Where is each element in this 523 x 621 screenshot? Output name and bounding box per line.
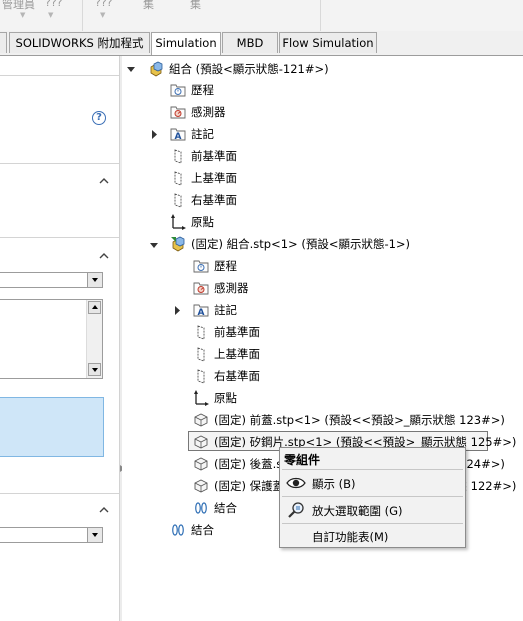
scroll-down-icon[interactable] xyxy=(88,363,101,376)
ribbon-label-1[interactable]: 管理員 xyxy=(2,0,35,12)
eye-icon xyxy=(286,477,306,489)
assembly-icon xyxy=(150,61,163,77)
plane-icon xyxy=(197,325,205,340)
ribbon-label-3[interactable]: ??? xyxy=(95,0,113,9)
plane-icon xyxy=(174,149,182,164)
sensor-folder-icon xyxy=(170,106,186,119)
svg-text:A: A xyxy=(198,308,205,318)
zoom-to-selection-icon xyxy=(288,502,304,518)
subassembly-icon xyxy=(171,236,185,252)
tab-simulation[interactable]: Simulation xyxy=(151,32,221,55)
panel-divider xyxy=(0,237,119,238)
menu-separator xyxy=(282,496,463,497)
annotations-folder-icon: A xyxy=(170,128,186,142)
annotations-folder-icon: A xyxy=(193,304,209,318)
tree-node-label: 前基準面 xyxy=(191,149,237,163)
ribbon-separator xyxy=(320,0,321,31)
sensor-folder-icon xyxy=(193,282,209,295)
menu-item-label: 放大選取範圍 (G) xyxy=(312,504,403,518)
tab-partial[interactable] xyxy=(0,32,7,53)
part-icon xyxy=(194,413,208,427)
active-selection-box[interactable] xyxy=(0,397,104,457)
ribbon-dropdown-arrow-icon[interactable]: ▼ xyxy=(20,11,25,19)
collapse-chevron-icon[interactable] xyxy=(99,251,109,261)
tab-flow-simulation[interactable]: Flow Simulation xyxy=(279,32,377,53)
tree-node-label: 上基準面 xyxy=(191,171,237,185)
menu-separator xyxy=(282,469,463,470)
tree-node-label: 原點 xyxy=(191,215,214,229)
origin-icon xyxy=(194,390,209,406)
options-combo[interactable] xyxy=(0,527,103,543)
svg-text:A: A xyxy=(175,132,182,142)
tree-node-label: 右基準面 xyxy=(191,193,237,207)
vertical-scrollbar[interactable] xyxy=(86,300,102,378)
tree-node-label: 結合 xyxy=(214,501,237,515)
plane-icon xyxy=(174,171,182,186)
ribbon-toolbar: 管理員 ▼ ??? ▼ ??? ▼ 集 集 xyxy=(0,0,523,32)
scroll-up-icon[interactable] xyxy=(88,301,101,314)
collapse-arrow-icon[interactable] xyxy=(150,241,159,250)
plane-icon xyxy=(197,347,205,362)
context-menu-header: 零組件 xyxy=(284,453,321,467)
panel-divider xyxy=(0,493,119,494)
tree-node-label: (固定) 組合.stp<1> (預設<顯示狀態-1>) xyxy=(191,237,411,251)
tree-node-label: 結合 xyxy=(191,523,214,537)
tree-node-label: 感測器 xyxy=(214,281,249,295)
tree-node-label: (固定) 前蓋.stp<1> (預設<<預設>_顯示狀態 123#>) xyxy=(214,413,505,427)
part-icon xyxy=(194,457,208,471)
history-folder-icon xyxy=(193,260,209,273)
ribbon-dropdown-arrow-icon[interactable]: ▼ xyxy=(100,11,105,19)
ribbon-label-2[interactable]: ??? xyxy=(45,0,63,9)
mates-icon xyxy=(172,524,184,536)
menu-item-customize-menu[interactable]: 自訂功能表(M) xyxy=(282,524,463,548)
plane-icon xyxy=(197,369,205,384)
selection-combo[interactable] xyxy=(0,272,103,288)
tree-node-label: 前基準面 xyxy=(214,325,260,339)
tree-node-label: 組合 (預設<顯示狀態-121#>) xyxy=(169,62,329,76)
menu-item-show[interactable]: 顯示 (B) xyxy=(282,471,463,495)
part-icon xyxy=(194,435,208,449)
plane-icon xyxy=(174,193,182,208)
tree-node-label: 歷程 xyxy=(191,83,214,97)
origin-icon xyxy=(171,214,186,230)
menu-item-zoom-to-selection[interactable]: 放大選取範圍 (G) xyxy=(282,498,463,522)
tree-node-label: 註記 xyxy=(214,303,237,317)
tab-solidworks-addins[interactable]: SOLIDWORKS 附加程式 xyxy=(9,32,150,53)
history-folder-icon xyxy=(170,84,186,97)
tree-node-label: 上基準面 xyxy=(214,347,260,361)
ribbon-label-4[interactable]: 集 xyxy=(143,0,154,12)
part-icon xyxy=(194,479,208,493)
command-tabs: SOLIDWORKS 附加程式 Simulation MBD Flow Simu… xyxy=(0,31,523,56)
tree-node-label: 右基準面 xyxy=(214,369,260,383)
panel-divider xyxy=(0,75,119,76)
tab-mbd[interactable]: MBD xyxy=(222,32,278,53)
mates-icon xyxy=(195,502,207,514)
expand-arrow-icon[interactable] xyxy=(173,306,182,315)
help-icon[interactable]: ? xyxy=(92,111,106,125)
ribbon-label-5[interactable]: 集 xyxy=(190,0,201,12)
tree-node-label: 註記 xyxy=(191,127,214,141)
menu-item-label: 顯示 (B) xyxy=(312,477,356,491)
tree-node-label: 原點 xyxy=(214,391,237,405)
context-menu: 零組件 顯示 (B) 放大選取範圍 (G) 自訂功能表(M) xyxy=(279,447,466,548)
dropdown-arrow-icon[interactable] xyxy=(87,528,102,542)
dropdown-arrow-icon[interactable] xyxy=(87,273,102,287)
collapse-chevron-icon[interactable] xyxy=(99,176,109,186)
panel-divider xyxy=(0,163,119,164)
ribbon-separator xyxy=(82,0,83,31)
selection-listbox[interactable] xyxy=(0,299,103,379)
tree-node-label: 感測器 xyxy=(191,105,226,119)
collapse-arrow-icon[interactable] xyxy=(127,65,136,74)
collapse-chevron-icon[interactable] xyxy=(99,505,109,515)
menu-item-label: 自訂功能表(M) xyxy=(312,530,389,544)
tree-node-label: 歷程 xyxy=(214,259,237,273)
ribbon-dropdown-arrow-icon[interactable]: ▼ xyxy=(48,11,53,19)
expand-arrow-icon[interactable] xyxy=(150,130,159,139)
